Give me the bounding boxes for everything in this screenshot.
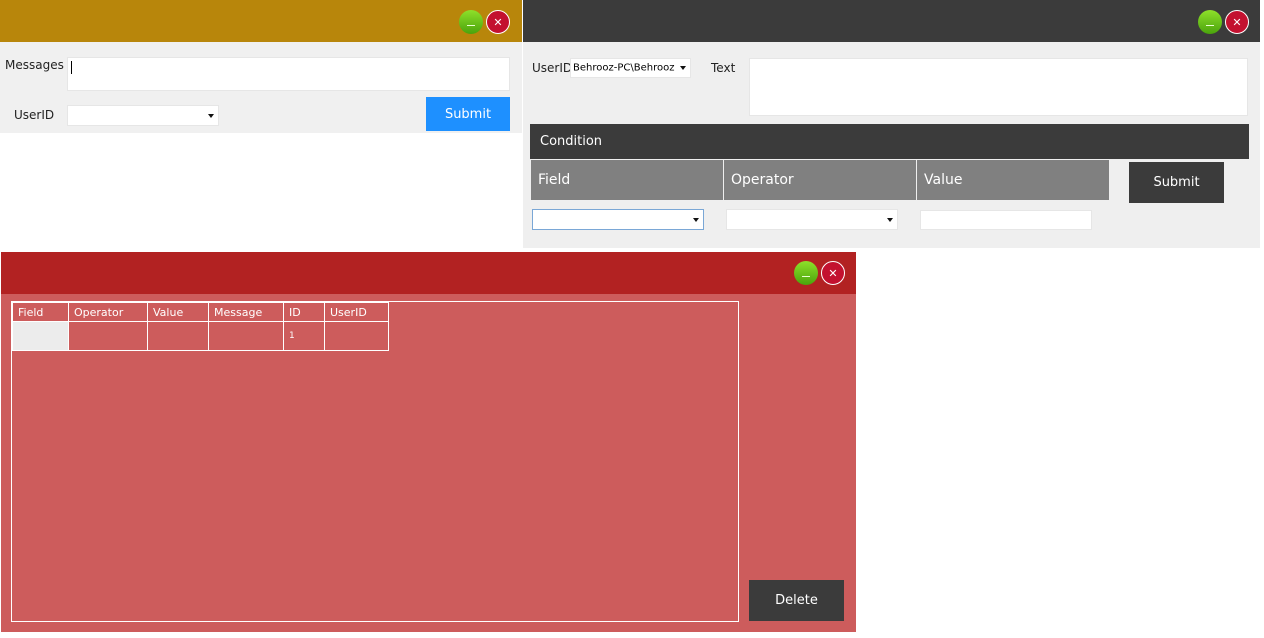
value-input[interactable] bbox=[920, 210, 1092, 230]
messages-window: ✕ Messages UserID Submit bbox=[0, 0, 522, 133]
column-header-operator[interactable]: Operator bbox=[68, 302, 148, 322]
data-grid[interactable]: Field Operator Value Message ID UserID 1 bbox=[11, 301, 739, 622]
cell-message[interactable] bbox=[208, 321, 284, 351]
operator-column-header: Operator bbox=[724, 160, 916, 200]
minimize-icon bbox=[467, 24, 475, 26]
value-column-header: Value bbox=[917, 160, 1109, 200]
close-button[interactable]: ✕ bbox=[821, 261, 845, 285]
close-icon: ✕ bbox=[1232, 15, 1242, 29]
condition-header: Condition bbox=[530, 124, 1249, 159]
conditions-grid-window: ✕ Field Operator Value Message ID UserID bbox=[1, 252, 856, 632]
column-header-userid[interactable]: UserID bbox=[324, 302, 389, 322]
close-icon: ✕ bbox=[493, 15, 503, 29]
table-header-row: Field Operator Value Message ID UserID bbox=[12, 302, 389, 322]
operator-combobox[interactable] bbox=[726, 209, 898, 230]
table-row[interactable]: 1 bbox=[12, 321, 389, 351]
text-label: Text bbox=[711, 61, 736, 75]
text-cursor bbox=[71, 61, 72, 74]
chevron-down-icon bbox=[887, 217, 893, 222]
cell-id[interactable]: 1 bbox=[283, 321, 325, 351]
chevron-down-icon bbox=[680, 66, 686, 70]
column-header-message[interactable]: Message bbox=[208, 302, 284, 322]
text-input[interactable] bbox=[749, 58, 1248, 116]
userid-combobox[interactable] bbox=[67, 105, 219, 126]
field-column-header: Field bbox=[531, 160, 723, 200]
userid-label: UserID bbox=[14, 108, 55, 122]
column-header-id[interactable]: ID bbox=[283, 302, 325, 322]
column-header-field[interactable]: Field bbox=[12, 302, 69, 322]
chevron-down-icon bbox=[693, 217, 699, 222]
field-combobox[interactable] bbox=[532, 209, 704, 230]
minimize-button[interactable] bbox=[459, 10, 483, 34]
minimize-icon bbox=[802, 275, 810, 277]
minimize-button[interactable] bbox=[1198, 10, 1222, 34]
minimize-button[interactable] bbox=[794, 261, 818, 285]
submit-button[interactable]: Submit bbox=[1129, 162, 1224, 203]
messages-input[interactable] bbox=[67, 57, 510, 91]
cell-value[interactable] bbox=[147, 321, 209, 351]
close-icon: ✕ bbox=[828, 266, 838, 280]
cell-field[interactable] bbox=[12, 321, 69, 351]
messages-window-titlebar[interactable] bbox=[0, 0, 522, 42]
column-header-value[interactable]: Value bbox=[147, 302, 209, 322]
userid-label: UserID bbox=[532, 61, 573, 75]
close-button[interactable]: ✕ bbox=[486, 10, 510, 34]
userid-combobox[interactable]: Behrooz-PC\Behrooz bbox=[570, 58, 691, 78]
condition-window-titlebar[interactable] bbox=[523, 0, 1260, 42]
close-button[interactable]: ✕ bbox=[1225, 10, 1249, 34]
cell-operator[interactable] bbox=[68, 321, 148, 351]
conditions-table: Field Operator Value Message ID UserID 1 bbox=[12, 302, 389, 351]
messages-label: Messages bbox=[5, 58, 64, 72]
cell-userid[interactable] bbox=[324, 321, 389, 351]
chevron-down-icon bbox=[208, 113, 214, 118]
submit-button[interactable]: Submit bbox=[426, 97, 510, 131]
grid-window-titlebar[interactable] bbox=[1, 252, 856, 294]
minimize-icon bbox=[1206, 24, 1214, 26]
userid-combobox-value: Behrooz-PC\Behrooz bbox=[573, 62, 675, 74]
condition-window: ✕ UserID Behrooz-PC\Behrooz Text Conditi… bbox=[523, 0, 1260, 248]
delete-button[interactable]: Delete bbox=[749, 580, 844, 621]
